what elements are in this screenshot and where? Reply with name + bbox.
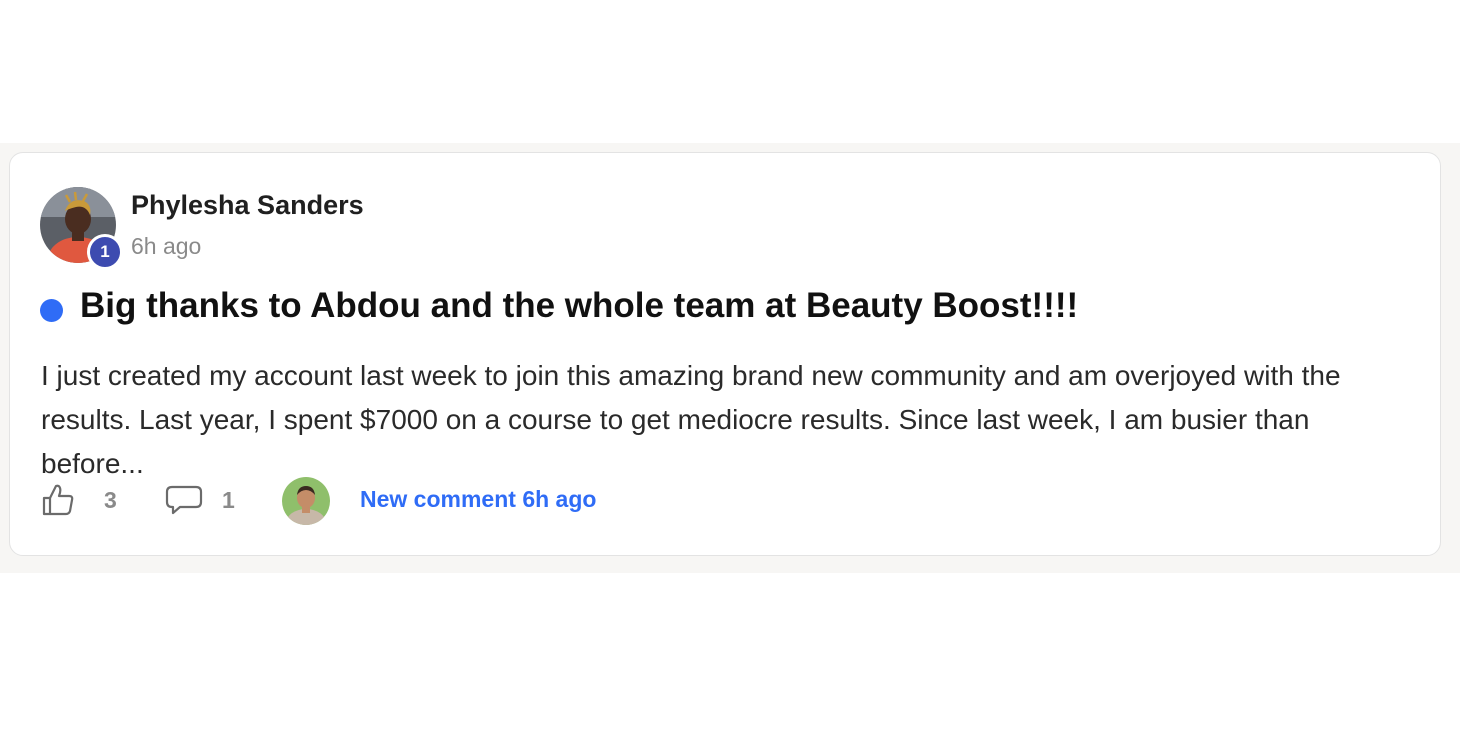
- comment-count: 1: [222, 486, 235, 513]
- post-timestamp[interactable]: 6h ago: [131, 233, 201, 260]
- thumbs-up-icon: [42, 484, 74, 516]
- author-avatar-wrapper[interactable]: 1: [40, 187, 123, 270]
- commenter-avatar[interactable]: [282, 477, 330, 525]
- unread-dot: [40, 299, 63, 322]
- comment-button[interactable]: 1: [164, 480, 235, 520]
- author-name[interactable]: Phylesha Sanders: [131, 190, 364, 221]
- speech-bubble-icon: [165, 485, 203, 515]
- post-title[interactable]: Big thanks to Abdou and the whole team a…: [80, 286, 1078, 326]
- like-count: 3: [104, 486, 117, 513]
- new-comment-link[interactable]: New comment 6h ago: [360, 486, 596, 513]
- like-button[interactable]: 3: [40, 480, 117, 520]
- post-body[interactable]: I just created my account last week to j…: [41, 354, 1411, 486]
- level-badge: 1: [87, 234, 123, 270]
